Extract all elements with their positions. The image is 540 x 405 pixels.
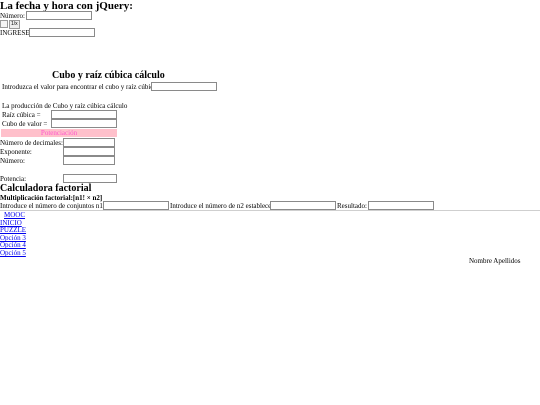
n2-input[interactable]: [270, 201, 336, 210]
n2-label: Introduce el número de n2 establece:: [170, 202, 274, 210]
cubo-value-input[interactable]: [151, 82, 217, 91]
cubo-output[interactable]: [51, 119, 117, 128]
fecha-numero-label: Número:: [0, 12, 25, 20]
raiz-label: Raíz cúbica =: [2, 111, 41, 119]
potencia-resultado-output[interactable]: [63, 174, 117, 183]
potenciacion-bar: Potenciación: [1, 129, 117, 137]
decimales-label: Número de decimales:: [0, 139, 63, 147]
cubo-production-label: La producción de Cubo y raíz cúbica cálc…: [2, 102, 128, 110]
factorial-title: Calculadora factorial: [0, 183, 92, 194]
cubo-title: Cubo y raíz cúbica cálculo: [52, 70, 165, 81]
menu-item-puzzle[interactable]: PUZZLE: [0, 226, 26, 234]
menu-item-opcion-5[interactable]: Opción 5: [0, 249, 26, 257]
factorial-resultado-label: Resultado:: [337, 202, 367, 210]
broken-image-icon: [0, 20, 8, 28]
fecha-numero-input[interactable]: [26, 11, 92, 20]
cubo-valor-label: Cubo de valor =: [2, 120, 48, 128]
ingrese-label: INGRESE: [0, 29, 30, 37]
potencia-numero-input[interactable]: [63, 156, 115, 165]
ingrese-input[interactable]: [29, 28, 95, 37]
n1-label: Introduce el número de conjuntos n1:: [0, 202, 105, 210]
factorial-subtitle: Multiplicación factorial:[n1! × n2]: [0, 194, 103, 202]
author-name: Nombre Apellidos: [469, 257, 521, 265]
menu-item-opcion-4[interactable]: Opción 4: [0, 241, 26, 249]
n1-input[interactable]: [103, 201, 169, 210]
exponente-input[interactable]: [63, 147, 115, 156]
reciprocal-button[interactable]: 1/x: [9, 20, 20, 29]
section-divider: [0, 210, 540, 211]
menu-item-mooc[interactable]: MOOC: [4, 211, 25, 219]
raiz-output[interactable]: [51, 110, 117, 119]
potencia-resultado-label: Potencia:: [0, 175, 27, 183]
cubo-input-label: Introduzca el valor para encontrar el cu…: [2, 83, 157, 91]
exponente-label: Exponente:: [0, 148, 32, 156]
decimales-input[interactable]: [63, 138, 115, 147]
potencia-numero-label: Número:: [0, 157, 25, 165]
factorial-resultado-output[interactable]: [368, 201, 434, 210]
